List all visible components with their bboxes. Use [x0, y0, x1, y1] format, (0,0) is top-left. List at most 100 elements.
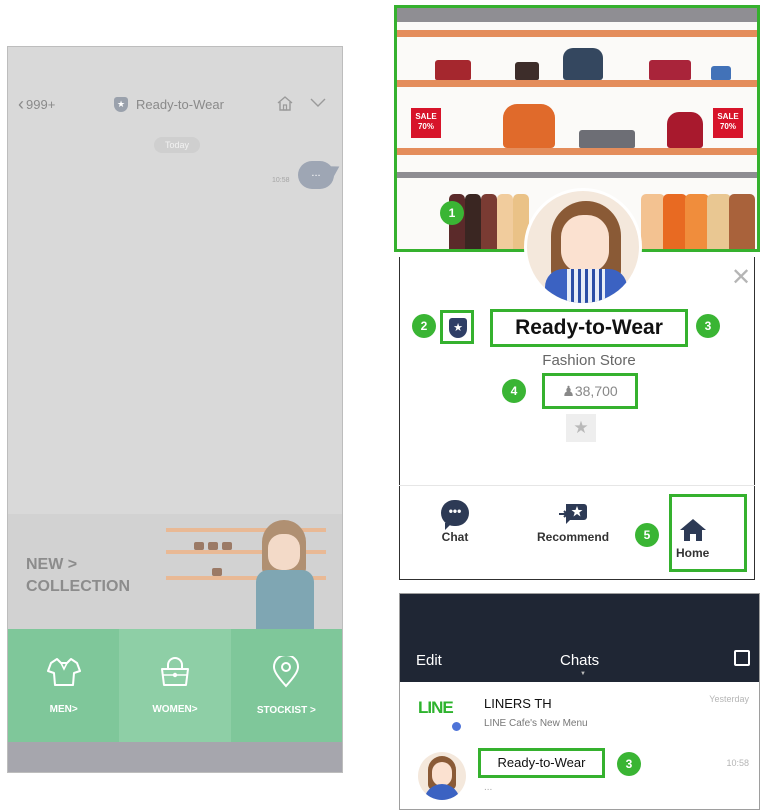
bag-illustration — [515, 62, 539, 80]
chat-title-text: Ready-to-Wear — [136, 97, 224, 112]
message-time: 10:58 — [272, 177, 290, 184]
recommend-icon — [558, 500, 588, 526]
home-icon — [679, 518, 707, 542]
bag-illustration — [667, 112, 703, 148]
chats-title[interactable]: Chats — [560, 652, 599, 669]
home-icon[interactable] — [276, 95, 294, 114]
callout-3: 3 — [617, 752, 641, 776]
clothing-illustration — [729, 194, 755, 249]
chat-time: Yesterday — [709, 694, 749, 704]
menu-stockist-label: STOCKIST > — [256, 704, 316, 716]
bag-illustration — [435, 60, 471, 80]
menu-stockist[interactable]: STOCKIST > — [230, 629, 342, 742]
shirt-icon — [46, 657, 81, 690]
callout-3: 3 — [696, 314, 720, 338]
chat-name: LINERS TH — [484, 696, 552, 711]
close-icon[interactable]: ✕ — [731, 263, 751, 292]
compose-icon[interactable] — [734, 650, 750, 666]
bag-illustration — [208, 542, 218, 550]
verified-badge-icon — [450, 720, 463, 733]
rich-menu-banner[interactable]: NEW > COLLECTION — [8, 514, 342, 630]
chat-preview: LINE Cafe's New Menu — [484, 718, 588, 729]
person-icon: ♟ — [562, 383, 575, 399]
menu-men-label: MEN> — [49, 703, 78, 715]
clothing-illustration — [685, 194, 709, 249]
chat-time: 10:58 — [726, 758, 749, 768]
edit-button[interactable]: Edit — [416, 652, 442, 669]
banner-line-1: NEW > — [26, 556, 78, 573]
bag-illustration — [711, 66, 731, 80]
menu-women-label: WOMEN> — [152, 703, 198, 715]
official-badge-highlight: ★ — [440, 310, 474, 344]
account-name: Ready-to-Wear — [490, 309, 688, 347]
account-category: Fashion Store — [542, 352, 636, 369]
shelf — [397, 148, 757, 155]
chevron-left-icon: ‹ — [18, 94, 24, 114]
clothing-illustration — [465, 194, 481, 249]
chat-action-button[interactable]: ••• Chat — [441, 500, 469, 544]
chat-header: ‹ 999+ ★ Ready-to-Wear — [8, 95, 342, 119]
banner-text: NEW > COLLECTION — [26, 554, 130, 598]
chat-avatar — [418, 752, 466, 800]
shelf — [397, 80, 757, 87]
bag-illustration — [563, 48, 603, 80]
bag-illustration — [212, 568, 222, 576]
clothing-rack — [397, 172, 757, 178]
menu-women[interactable]: WOMEN> — [119, 629, 231, 742]
favorite-star-button[interactable]: ★ — [566, 414, 596, 442]
callout-4: 4 — [502, 379, 526, 403]
official-account-profile: SALE 70% SALE 70% 1 ✕ 2 ★ Ready-to-Wear … — [394, 5, 760, 580]
bag-illustration — [503, 104, 555, 148]
clothing-illustration — [481, 194, 497, 249]
caret-down-icon: ▼ — [580, 671, 586, 677]
follower-count-value: 38,700 — [574, 383, 618, 399]
line-logo: LINE — [418, 698, 454, 717]
follower-count: ♟38,700 — [542, 373, 638, 409]
callout-2: 2 — [412, 314, 436, 338]
recommend-action-button[interactable]: Recommend — [537, 500, 609, 544]
back-button[interactable]: ‹ 999+ — [18, 95, 55, 113]
rich-menu: MEN> WOMEN> STOCKIST > — [8, 629, 342, 742]
official-shield-icon: ★ — [449, 318, 467, 338]
chat-list-item[interactable]: Ready-to-Wear ... 10:58 — [400, 744, 759, 804]
message-bubble[interactable]: ... — [298, 161, 334, 189]
ceiling — [397, 8, 757, 22]
chat-list-item[interactable]: LINE LINERS TH LINE Cafe's New Menu Yest… — [400, 686, 759, 746]
input-bar[interactable] — [8, 742, 342, 772]
clothing-illustration — [707, 194, 731, 249]
sale-badge: SALE 70% — [713, 108, 743, 138]
bag-illustration — [222, 542, 232, 550]
callout-1: 1 — [440, 201, 464, 225]
clothing-illustration — [641, 194, 665, 249]
divider — [399, 485, 755, 486]
folded-clothes-illustration — [579, 130, 635, 148]
unread-count: 999+ — [26, 96, 56, 112]
chats-header: Edit Chats ▼ — [400, 594, 759, 682]
recommend-action-label: Recommend — [537, 530, 610, 544]
official-shield-icon: ★ — [114, 97, 128, 112]
bag-illustration — [194, 542, 204, 550]
tutorial-composite: ‹ 999+ ★ Ready-to-Wear Today 10:58 ... N… — [0, 0, 760, 810]
profile-avatar[interactable] — [524, 188, 642, 306]
home-action-label: Home — [676, 546, 710, 560]
chat-name: Ready-to-Wear — [478, 748, 605, 778]
chat-title[interactable]: ★ Ready-to-Wear — [114, 97, 224, 112]
callout-5: 5 — [635, 523, 659, 547]
chat-bubble-icon: ••• — [441, 500, 469, 530]
chat-preview: ... — [484, 782, 493, 793]
shopkeeper-illustration — [256, 520, 316, 630]
chat-action-label: Chat — [441, 530, 469, 544]
date-chip: Today — [154, 137, 200, 153]
home-action-button[interactable]: Home — [676, 518, 709, 560]
chevron-down-icon[interactable] — [310, 95, 326, 111]
clothing-illustration — [497, 194, 513, 249]
chats-list-screen: Edit Chats ▼ LINE LINERS TH LINE Cafe's … — [399, 593, 760, 810]
location-pin-icon — [271, 653, 301, 691]
sale-badge: SALE 70% — [411, 108, 441, 138]
chat-room-screen: ‹ 999+ ★ Ready-to-Wear Today 10:58 ... N… — [7, 46, 343, 773]
bag-illustration — [649, 60, 691, 80]
menu-men[interactable]: MEN> — [8, 629, 120, 742]
banner-line-2: COLLECTION — [26, 578, 130, 595]
shelf — [397, 30, 757, 37]
handbag-icon — [158, 656, 192, 690]
